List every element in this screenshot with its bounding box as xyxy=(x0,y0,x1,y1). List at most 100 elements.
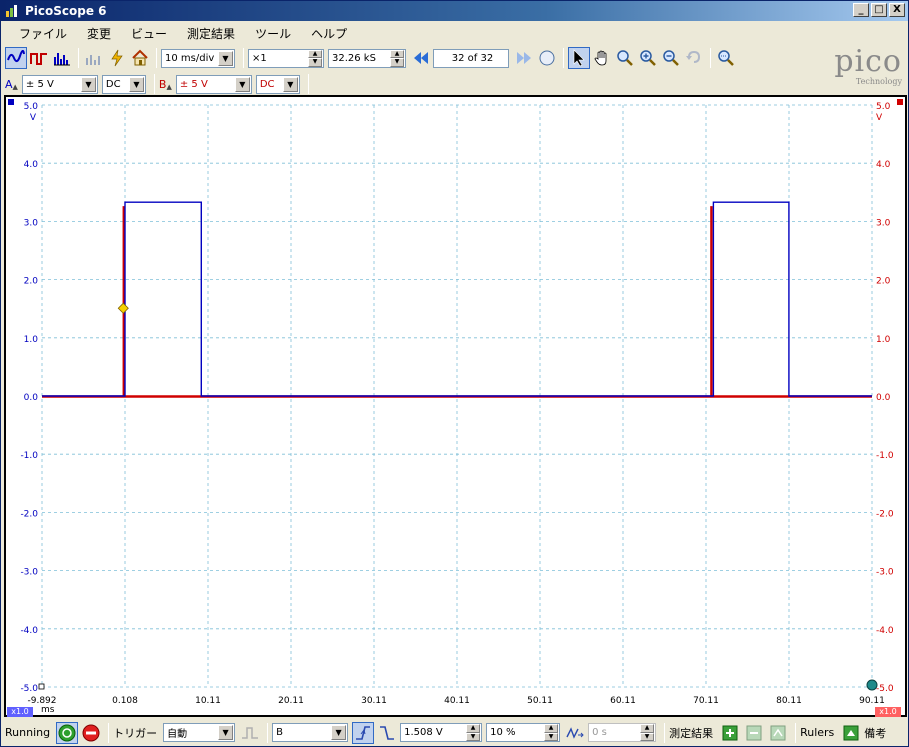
y-tick-label-right: 5.0 xyxy=(876,102,891,112)
maximize-button[interactable]: □ xyxy=(871,3,887,17)
home-icon[interactable] xyxy=(129,47,151,69)
y-tick-label-left: 2.0 xyxy=(24,277,39,287)
trigger-marker xyxy=(117,302,129,314)
x-zoom-tag: x1.0 xyxy=(7,707,33,717)
advanced-trigger-icon[interactable] xyxy=(239,722,261,744)
zoom-spinner[interactable]: ×1 ▲ ▼ xyxy=(248,48,324,68)
x-tick-label: 20.11 xyxy=(278,696,304,706)
buffer-navigator[interactable]: 32 of 32 xyxy=(433,48,509,68)
y-tick-label-right: 1.0 xyxy=(876,335,891,345)
pointer-tool-icon[interactable] xyxy=(568,47,590,69)
y-tick-label-right: -4.0 xyxy=(876,626,894,636)
x-tick-label: 0.108 xyxy=(112,696,138,706)
y-tick-label-right: -5.0 xyxy=(876,684,894,694)
start-icon[interactable] xyxy=(56,721,79,744)
timebase-select[interactable]: 10 ms/div ▼ xyxy=(161,48,235,68)
zoom-area-icon[interactable] xyxy=(614,47,636,69)
trigger-threshold-spinner[interactable]: 1.508 V ▲ ▼ xyxy=(400,723,483,742)
channel-a-coupling-select[interactable]: DC ▼ xyxy=(101,74,146,94)
pretrigger-spinner[interactable]: 10 % ▲ ▼ xyxy=(486,723,561,742)
channel-b-label[interactable]: B ▲ xyxy=(159,78,172,91)
minimize-button[interactable]: _ xyxy=(853,3,869,17)
spectrum-mode-icon[interactable] xyxy=(51,47,73,69)
channel-a-range-select[interactable]: ± 5 V ▼ xyxy=(21,74,98,94)
edit-measurement-icon[interactable] xyxy=(767,722,789,744)
y-tick-label-left: -1.0 xyxy=(20,451,38,461)
y-tick-label-right: -2.0 xyxy=(876,509,894,519)
channel-a-corner-marker xyxy=(8,99,14,105)
menu-measurements[interactable]: 測定結果 xyxy=(177,25,245,42)
menu-help[interactable]: ヘルプ xyxy=(301,25,357,42)
pico-logo: pico Technology xyxy=(834,44,902,87)
run-state-label: Running xyxy=(5,726,51,739)
channel-a-label[interactable]: A ▲ xyxy=(5,78,18,91)
channel-b-coupling-select[interactable]: DC ▼ xyxy=(255,74,300,94)
zoom-fit-icon[interactable] xyxy=(715,47,737,69)
x-tick-label: 50.11 xyxy=(527,696,553,706)
y-tick-label-left: -4.0 xyxy=(20,626,38,636)
menu-view[interactable]: ビュー xyxy=(121,25,177,42)
y-tick-label-left: -2.0 xyxy=(20,509,38,519)
channel-options-icon[interactable] xyxy=(83,47,105,69)
hand-tool-icon[interactable] xyxy=(591,47,613,69)
trigger-source-select[interactable]: B ▼ xyxy=(272,723,349,742)
y-tick-label-left: -5.0 xyxy=(20,684,38,694)
main-toolbar: 10 ms/div ▼ ×1 ▲ ▼ 32.26 kS ▲ ▼ 32 of 32 xyxy=(1,45,738,71)
persistence-mode-icon[interactable] xyxy=(28,47,50,69)
scope-plot[interactable]: 5.0 5.0 4.0 4.0 3.0 3.0 2.0 2.0 1.0 1.0 0.0 0.0 -1.0… xyxy=(6,97,905,715)
post-trigger-delay-icon[interactable] xyxy=(564,722,586,744)
y-tick-label-right: 2.0 xyxy=(876,277,891,287)
menu-file[interactable]: ファイル xyxy=(9,25,77,42)
trigger-mode-select[interactable]: 自動 ▼ xyxy=(163,723,236,742)
samples-spinner[interactable]: 32.26 kS ▲ ▼ xyxy=(328,48,406,68)
first-buffer-icon[interactable] xyxy=(410,47,432,69)
x-tick-label: 70.11 xyxy=(693,696,719,706)
zoom-in-icon[interactable] xyxy=(637,47,659,69)
y-tick-label-right: 3.0 xyxy=(876,218,891,228)
trigger-delay-spinner[interactable]: 0 s ▲ ▼ xyxy=(588,723,657,742)
menu-edit[interactable]: 変更 xyxy=(77,25,121,42)
y-tick-label-left: 0.0 xyxy=(24,393,39,403)
picoscope-window: PicoScope 6 _ □ X ファイル 変更 ビュー 測定結果 ツール ヘ… xyxy=(0,0,909,747)
y-tick-label-left: 4.0 xyxy=(24,160,39,170)
x-tick-label: 10.11 xyxy=(195,696,221,706)
menu-tools[interactable]: ツール xyxy=(245,25,301,42)
y-tick-label-right: 0.0 xyxy=(876,393,891,403)
channel-toolbar: A ▲ ± 5 V ▼ DC ▼ B ▲ ± 5 V ▼ DC ▼ xyxy=(1,71,313,97)
signal-generator-icon[interactable] xyxy=(106,47,128,69)
scope-view[interactable]: 5.0 5.0 4.0 4.0 3.0 3.0 2.0 2.0 1.0 1.0 0.0 0.0 -1.0… xyxy=(4,95,907,717)
window-title: PicoScope 6 xyxy=(25,4,107,18)
y-tick-label-left: 3.0 xyxy=(24,218,39,228)
measurements-label: 測定結果 xyxy=(669,726,714,740)
navigator-compass-icon[interactable] xyxy=(536,47,558,69)
zoom-out-icon[interactable] xyxy=(660,47,682,69)
add-measurement-icon[interactable] xyxy=(719,722,741,744)
x-tick-label: 90.11 xyxy=(859,696,885,706)
chevron-down-icon: ▼ xyxy=(234,76,250,92)
chevron-down-icon: ▼ xyxy=(331,725,347,740)
remove-measurement-icon[interactable] xyxy=(743,722,765,744)
chevron-down-icon: ▼ xyxy=(282,76,298,92)
close-button[interactable]: X xyxy=(889,3,905,17)
x-tick-label: 80.11 xyxy=(776,696,802,706)
channel-b-range-select[interactable]: ± 5 V ▼ xyxy=(175,74,252,94)
x-tick-label: 30.11 xyxy=(361,696,387,706)
rulers-label: Rulers xyxy=(800,726,835,739)
trigger-label: トリガー xyxy=(113,726,158,740)
undo-zoom-icon[interactable] xyxy=(683,47,705,69)
rulers-icon[interactable] xyxy=(840,722,862,744)
stop-icon[interactable] xyxy=(80,722,102,744)
notes-label: 備考 xyxy=(864,726,887,740)
y-tick-label-right: 4.0 xyxy=(876,160,891,170)
channel-b-trace xyxy=(42,206,872,397)
rising-edge-icon[interactable] xyxy=(352,721,375,744)
last-buffer-icon[interactable] xyxy=(513,47,535,69)
y-unit-left: V xyxy=(30,113,37,123)
y-tick-label-left: -3.0 xyxy=(20,568,38,578)
status-bar: Running トリガー 自動 ▼ B ▼ 1.508 V ▲ ▼ 10 % ▲… xyxy=(1,719,908,746)
scope-mode-icon[interactable] xyxy=(5,47,27,69)
y-unit-right: V xyxy=(876,113,883,123)
y-tick-label-left: 1.0 xyxy=(24,335,39,345)
falling-edge-icon[interactable] xyxy=(376,722,398,744)
menu-bar: ファイル 変更 ビュー 測定結果 ツール ヘルプ xyxy=(1,22,908,44)
